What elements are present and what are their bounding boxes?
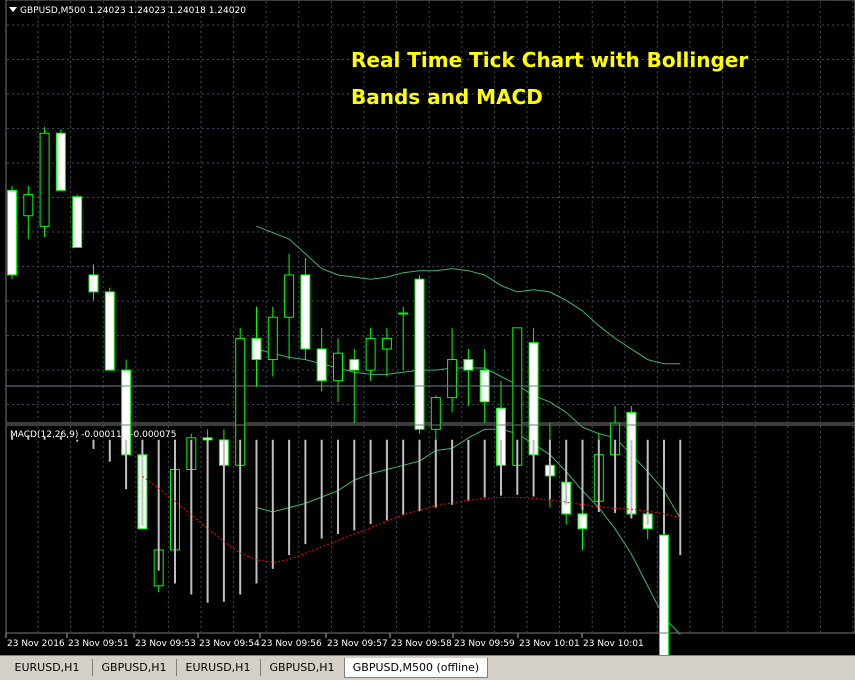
candle-bear	[202, 437, 213, 441]
candle-bear	[7, 189, 17, 276]
candle-bear	[55, 132, 66, 191]
macd-panel-frame	[5, 424, 855, 634]
tab-eurusd-h1[interactable]: EURUSD,H1	[2, 659, 93, 676]
candle-bull	[381, 337, 392, 350]
candle-bull	[333, 352, 343, 382]
macd-grid	[37, 426, 854, 632]
candle-bear	[88, 274, 99, 293]
candle-bull	[284, 274, 295, 318]
chart-canvas[interactable]: GBPUSD,M500 1.24023 1.24023 1.24018 1.24…	[0, 0, 855, 655]
candle-bull	[267, 316, 278, 361]
candle-bull	[398, 312, 409, 315]
time-label: 23 Nov 09:54	[199, 639, 260, 649]
macd-label: MACD(12,26,9) -0.000119 -0.000075	[10, 430, 176, 440]
candle-bear	[349, 359, 360, 371]
triangle-down-icon[interactable]	[9, 7, 17, 12]
time-label: 23 Nov 10:01	[583, 639, 644, 649]
time-label: 23 Nov 09:51	[68, 639, 129, 649]
tab-gbpusd-m500-offline[interactable]: GBPUSD,M500 (offline)	[344, 658, 488, 678]
candle-bear	[104, 291, 115, 371]
candle-bull	[365, 337, 376, 371]
candle-bull	[39, 132, 50, 227]
candle-bear	[528, 342, 539, 456]
time-label: 23 Nov 09:57	[327, 639, 388, 649]
candlesticks[interactable]	[7, 126, 685, 655]
candle-bear	[463, 359, 474, 371]
candle-bear	[251, 337, 262, 361]
time-label: 23 Nov 2016	[7, 639, 65, 649]
time-axis: 23 Nov 2016 23 Nov 09:51 23 Nov 09:53 23 No…	[5, 633, 644, 649]
candle-bear	[300, 274, 311, 350]
candle-bull	[23, 194, 34, 217]
candle-bull	[447, 359, 458, 399]
bollinger-upper-line	[256, 225, 681, 365]
tab-eurusd-h1-2[interactable]: EURUSD,H1	[176, 659, 261, 676]
time-label: 23 Nov 09:58	[391, 639, 452, 649]
annotation-line-2: Bands and MACD	[351, 85, 543, 109]
candle-bear	[316, 348, 327, 382]
time-label: 23 Nov 10:01	[519, 639, 580, 649]
annotation-line-1: Real Time Tick Chart with Bollinger	[351, 48, 748, 72]
time-label: 23 Nov 09:56	[261, 639, 322, 649]
tab-gbpusd-h1-2[interactable]: GBPUSD,H1	[260, 659, 345, 676]
chart-tab-bar: EURUSD,H1 GBPUSD,H1 EURUSD,H1 GBPUSD,H1 …	[0, 655, 855, 680]
symbol-info: GBPUSD,M500 1.24023 1.24023 1.24018 1.24…	[20, 6, 246, 16]
candle-bear	[577, 513, 588, 530]
tab-gbpusd-h1[interactable]: GBPUSD,H1	[92, 659, 177, 676]
time-label: 23 Nov 09:59	[454, 639, 515, 649]
candle-bear	[72, 196, 83, 248]
chart-window[interactable]: GBPUSD,M500 1.24023 1.24023 1.24018 1.24…	[0, 0, 855, 680]
candle-bear	[414, 278, 425, 430]
candle-bear	[659, 534, 669, 655]
time-label: 23 Nov 09:53	[135, 639, 196, 649]
